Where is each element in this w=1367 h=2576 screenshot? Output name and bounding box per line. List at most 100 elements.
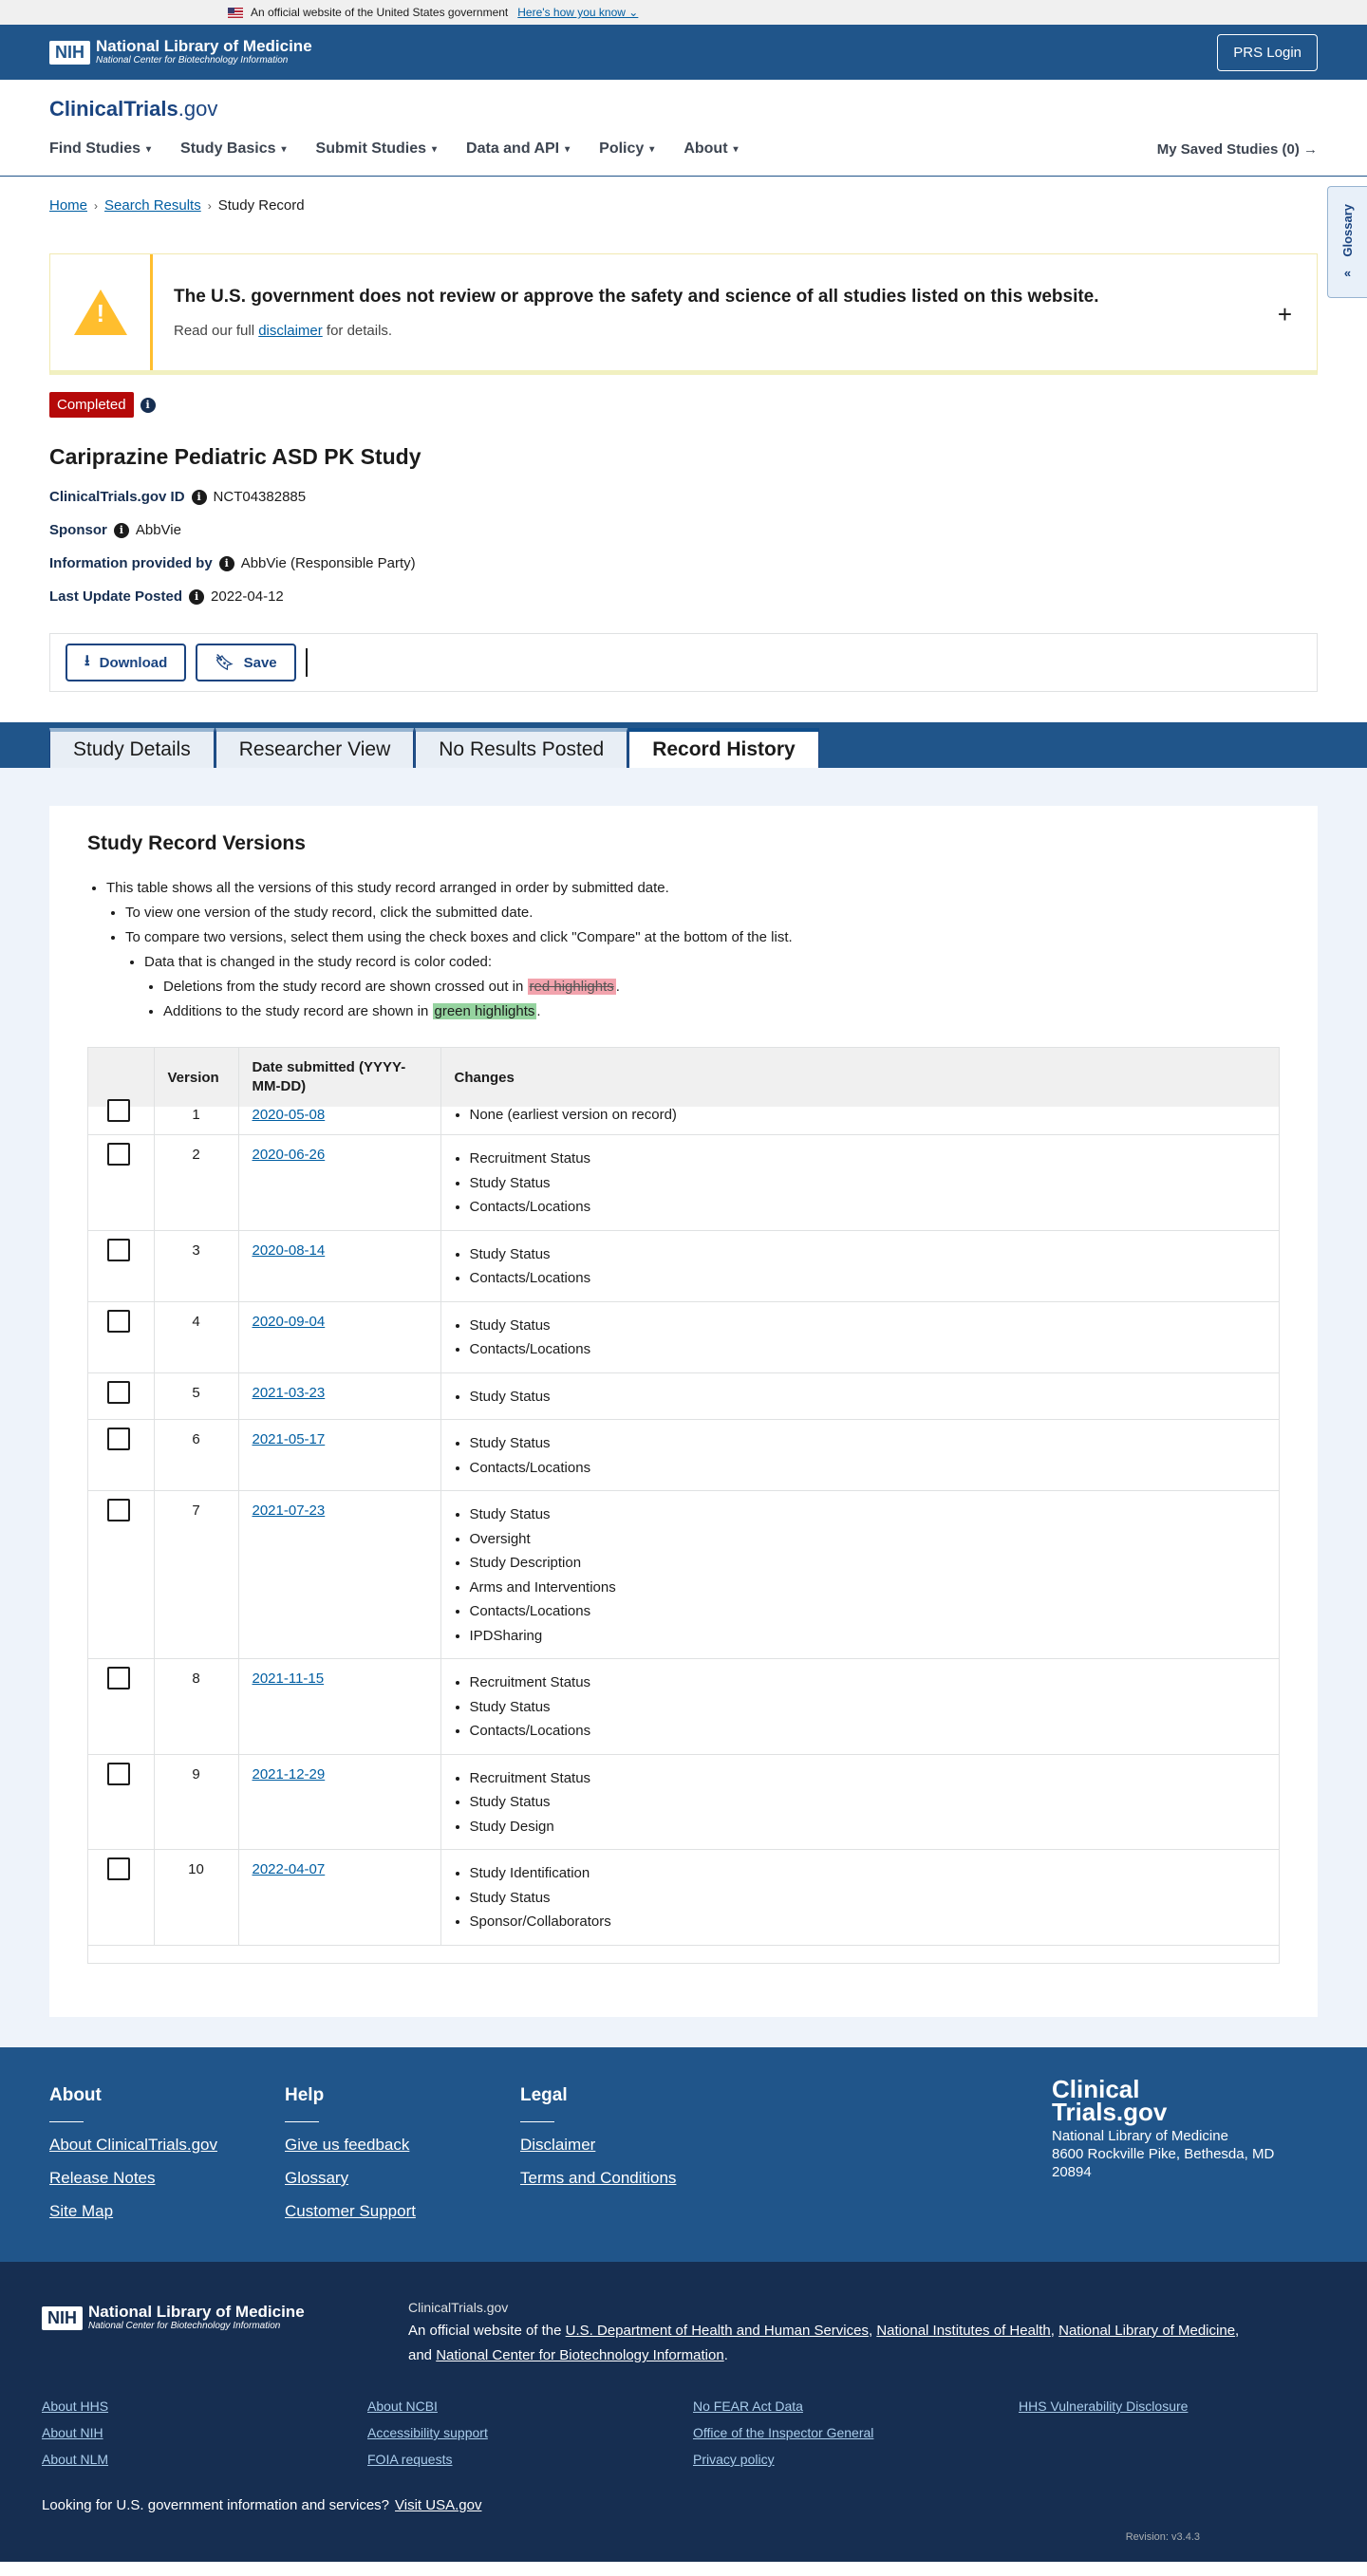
tab-no-results-posted[interactable]: No Results Posted [415, 728, 628, 768]
footer-link[interactable]: Office of the Inspector General [693, 2425, 1019, 2440]
study-actions: ⭳ Download 🔖︎ Save [49, 633, 1318, 692]
chevron-down-icon: ▾ [565, 143, 571, 155]
footer-link[interactable]: Privacy policy [693, 2452, 1019, 2467]
version-checkbox[interactable] [107, 1380, 130, 1404]
chevron-down-icon: ▾ [281, 143, 287, 155]
nlm-link[interactable]: National Library of Medicine [1058, 2323, 1235, 2339]
version-date-link[interactable]: 2020-06-26 [253, 1147, 326, 1163]
version-date-link[interactable]: 2021-07-23 [253, 1503, 326, 1519]
version-date-link[interactable]: 2020-08-14 [253, 1242, 326, 1259]
version-checkbox[interactable] [107, 1309, 130, 1333]
change-item: Study Description [470, 1551, 1266, 1576]
table-row: 2 2020-06-26 Recruitment StatusStudy Statu… [88, 1134, 1279, 1231]
gov-banner-text: An official website of the United States… [251, 6, 509, 19]
footer-link[interactable]: About NIH [42, 2425, 367, 2440]
footer-nih-logo[interactable]: NIH National Library of Medicine Nationa… [42, 2300, 408, 2336]
footer-logo[interactable]: Clinical Trials.gov National Library of … [1052, 2077, 1274, 2181]
change-item: Recruitment Status [470, 1147, 1266, 1171]
change-item: Study Status [470, 1314, 1266, 1338]
change-item: Contacts/Locations [470, 1266, 1266, 1291]
footer-link[interactable]: Customer Support [285, 2202, 520, 2221]
footer-link[interactable]: Accessibility support [367, 2425, 693, 2440]
chevron-down-icon: ▾ [649, 143, 655, 155]
info-icon[interactable]: i [191, 489, 207, 505]
footer-link[interactable]: FOIA requests [367, 2452, 693, 2467]
info-icon[interactable]: i [218, 555, 234, 571]
glossary-tab[interactable]: Glossary « [1327, 186, 1367, 298]
tab-study-details[interactable]: Study Details [49, 728, 215, 768]
version-date-link[interactable]: 2021-11-15 [253, 1671, 325, 1687]
version-date-link[interactable]: 2022-04-07 [253, 1861, 326, 1877]
ncbi-link[interactable]: National Center for Biotechnology Inform… [436, 2347, 724, 2363]
disclaimer-alert: ! The U.S. government does not review or… [49, 253, 1318, 375]
version-date-link[interactable]: 2021-12-29 [253, 1766, 326, 1783]
table-row: 8 2021-11-15 Recruitment StatusStudy Statu… [88, 1658, 1279, 1755]
change-item: Recruitment Status [470, 1766, 1266, 1791]
footer-link[interactable]: No FEAR Act Data [693, 2399, 1019, 2414]
save-button[interactable]: 🔖︎ Save [196, 644, 296, 681]
version-checkbox[interactable] [107, 1143, 130, 1166]
footer-link[interactable]: Release Notes [49, 2169, 285, 2188]
version-checkbox[interactable] [107, 1099, 130, 1122]
version-checkbox[interactable] [107, 1857, 130, 1880]
nav-data-api[interactable]: Data and API ▾ [466, 140, 570, 158]
download-button[interactable]: ⭳ Download [66, 644, 187, 681]
table-row: 5 2021-03-23 Study Status [88, 1372, 1279, 1420]
breadcrumb-home[interactable]: Home [49, 197, 87, 214]
version-checkbox[interactable] [107, 1762, 130, 1785]
main-nav: Find Studies ▾ Study Basics ▾ Submit Studi… [49, 140, 1318, 158]
footer-link[interactable]: About HHS [42, 2399, 367, 2414]
column-header-changes: Changes [440, 1048, 1279, 1107]
footer-link[interactable]: Site Map [49, 2202, 285, 2221]
footer-bottom: NIH National Library of Medicine Nationa… [0, 2262, 1367, 2562]
footer-link[interactable]: HHS Vulnerability Disclosure [1019, 2399, 1344, 2414]
version-date-link[interactable]: 2021-05-17 [253, 1431, 326, 1447]
version-date-link[interactable]: 2021-03-23 [253, 1385, 326, 1401]
nih-link[interactable]: National Institutes of Health [876, 2323, 1050, 2339]
heres-how-link[interactable]: Here's how you know ⌄ [517, 6, 638, 19]
nav-policy[interactable]: Policy ▾ [599, 140, 654, 158]
version-checkbox[interactable] [107, 1238, 130, 1261]
version-date-link[interactable]: 2020-09-04 [253, 1314, 326, 1330]
change-item: Study Status [470, 1431, 1266, 1456]
expand-plus-icon[interactable]: + [1278, 300, 1292, 329]
change-item: Oversight [470, 1527, 1266, 1552]
version-checkbox[interactable] [107, 1499, 130, 1521]
column-header-date: Date submitted (YYYY-MM-DD) [238, 1048, 441, 1107]
info-icon[interactable]: i [113, 522, 129, 538]
version-checkbox[interactable] [107, 1667, 130, 1689]
change-item: Study Status [470, 1242, 1266, 1267]
version-checkbox[interactable] [107, 1428, 130, 1450]
nih-logo[interactable]: NIH National Library of Medicine Nationa… [49, 38, 312, 66]
site-brand[interactable]: ClinicalTrials.gov [49, 97, 1318, 121]
meta-value: AbbVie [135, 522, 181, 538]
prs-login-button[interactable]: PRS Login [1217, 33, 1318, 71]
change-item: Study Status [470, 1886, 1266, 1911]
nav-submit-studies[interactable]: Submit Studies ▾ [316, 140, 437, 158]
meta-key: Information provided by [49, 555, 213, 571]
footer-link[interactable]: Disclaimer [520, 2136, 756, 2155]
breadcrumb-search-results[interactable]: Search Results [104, 197, 201, 214]
color-legend-notes: This table shows all the versions of thi… [87, 880, 1280, 1020]
disclaimer-link[interactable]: disclaimer [258, 323, 323, 339]
version-date-link[interactable]: 2020-05-08 [253, 1107, 326, 1123]
hhs-link[interactable]: U.S. Department of Health and Human Serv… [566, 2323, 869, 2339]
nav-about[interactable]: About ▾ [684, 140, 738, 158]
meta-value: NCT04382885 [213, 489, 307, 505]
footer-link[interactable]: About ClinicalTrials.gov [49, 2136, 285, 2155]
footer-link[interactable]: About NLM [42, 2452, 367, 2467]
page-title: Cariprazine Pediatric ASD PK Study [49, 444, 421, 469]
info-icon[interactable]: i [140, 397, 156, 413]
nav-find-studies[interactable]: Find Studies ▾ [49, 140, 151, 158]
tab-record-history[interactable]: Record History [628, 728, 819, 768]
footer-link[interactable]: Glossary [285, 2169, 520, 2188]
footer-link[interactable]: About NCBI [367, 2399, 693, 2414]
nav-study-basics[interactable]: Study Basics ▾ [180, 140, 287, 158]
versions-table: Version Date submitted (YYYY-MM-DD) Chan… [87, 1047, 1280, 1964]
footer-link[interactable]: Terms and Conditions [520, 2169, 756, 2188]
tab-researcher-view[interactable]: Researcher View [215, 728, 415, 768]
info-icon[interactable]: i [189, 588, 205, 605]
usa-gov-link[interactable]: Visit USA.gov [395, 2497, 481, 2513]
saved-studies-link[interactable]: My Saved Studies (0) → [1157, 141, 1318, 158]
footer-link[interactable]: Give us feedback [285, 2136, 520, 2155]
